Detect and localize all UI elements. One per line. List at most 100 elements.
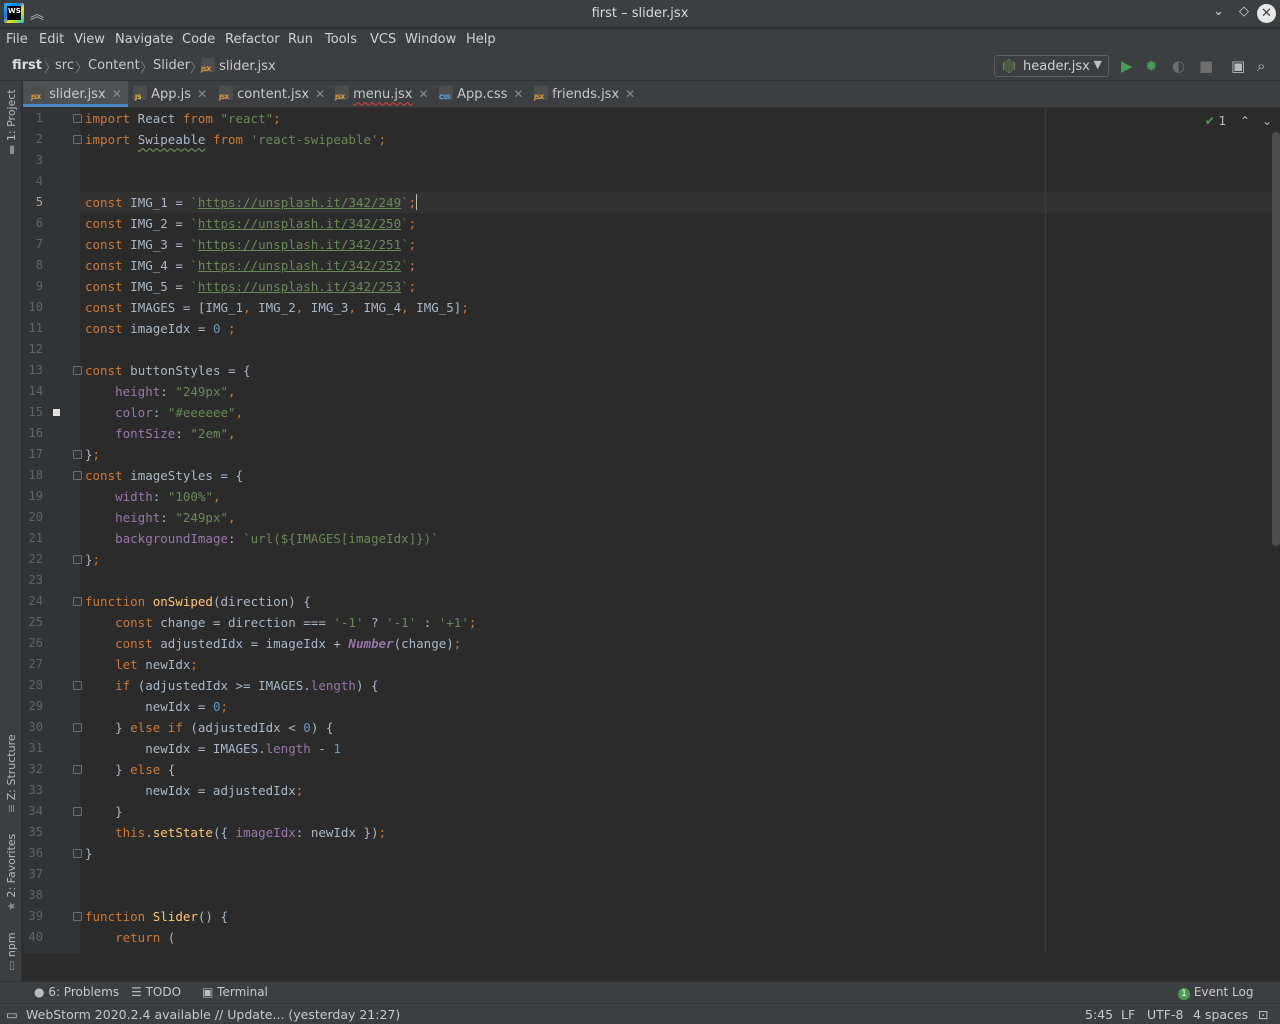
close-tab-icon[interactable]: ✕ (315, 87, 325, 101)
line-number[interactable]: 25 (23, 615, 43, 629)
code-line[interactable]: const IMG_2 = `https://unsplash.it/342/2… (85, 213, 416, 234)
menu-navigate[interactable]: Navigate (115, 32, 173, 47)
line-number[interactable]: 3 (23, 153, 43, 167)
line-number[interactable]: 17 (23, 447, 43, 461)
line-number[interactable]: 24 (23, 594, 43, 608)
fold-marker-icon[interactable] (73, 912, 82, 921)
code-line[interactable]: }; (85, 549, 100, 570)
line-number[interactable]: 39 (23, 909, 43, 923)
menu-file[interactable]: File (6, 32, 28, 47)
fold-marker-icon[interactable] (73, 681, 82, 690)
code-line[interactable]: const IMG_3 = `https://unsplash.it/342/2… (85, 234, 416, 255)
code-line[interactable]: newIdx = IMAGES.length - 1 (85, 738, 341, 759)
line-number[interactable]: 11 (23, 321, 43, 335)
terminal-tool-button[interactable]: ▣ Terminal (202, 985, 268, 999)
color-swatch-icon[interactable] (53, 409, 60, 416)
line-number[interactable]: 34 (23, 804, 43, 818)
event-log-button[interactable]: 1 Event Log (1178, 985, 1253, 1000)
breadcrumb-src[interactable]: src (55, 58, 74, 73)
line-number[interactable]: 13 (23, 363, 43, 377)
code-line[interactable]: import Swipeable from 'react-swipeable'; (85, 129, 386, 150)
run-with-coverage-icon[interactable]: ◐ (1172, 57, 1185, 75)
line-number[interactable]: 7 (23, 237, 43, 251)
line-number[interactable]: 37 (23, 867, 43, 881)
menu-run[interactable]: Run (288, 32, 313, 47)
close-window-button[interactable]: ✕ (1257, 4, 1276, 23)
line-number[interactable]: 20 (23, 510, 43, 524)
code-line[interactable]: newIdx = adjustedIdx; (85, 780, 303, 801)
problems-tool-button[interactable]: ● 6: Problems (34, 985, 119, 999)
menu-edit[interactable]: Edit (39, 32, 64, 47)
breadcrumb-content[interactable]: Content (88, 58, 140, 73)
line-number[interactable]: 22 (23, 552, 43, 566)
code-line[interactable]: } (85, 801, 123, 822)
line-number[interactable]: 18 (23, 468, 43, 482)
code-line[interactable]: newIdx = 0; (85, 696, 228, 717)
code-line[interactable]: import React from "react"; (85, 108, 281, 129)
close-tab-icon[interactable]: ✕ (513, 87, 523, 101)
debug-icon[interactable]: ✹ (1145, 57, 1158, 75)
next-highlight-icon[interactable]: ⌄ (1262, 114, 1272, 128)
favorites-tool-button[interactable]: ★ 2: Favorites (5, 834, 18, 911)
code-line[interactable]: const IMG_1 = `https://unsplash.it/342/2… (85, 192, 418, 213)
line-number[interactable]: 35 (23, 825, 43, 839)
run-icon[interactable]: ▶ (1121, 57, 1133, 75)
structure-tool-button[interactable]: ≡ Z: Structure (5, 734, 18, 813)
code-line[interactable]: this.setState({ imageIdx: newIdx }); (85, 822, 386, 843)
todo-tool-button[interactable]: ☰ TODO (131, 985, 181, 999)
line-number[interactable]: 23 (23, 573, 43, 587)
close-tab-icon[interactable]: ✕ (625, 87, 635, 101)
line-number[interactable]: 2 (23, 132, 43, 146)
menu-vcs[interactable]: VCS (370, 32, 396, 47)
breadcrumb-project[interactable]: first (12, 58, 42, 73)
line-number[interactable]: 26 (23, 636, 43, 650)
line-number[interactable]: 28 (23, 678, 43, 692)
code-line[interactable]: } else if (adjustedIdx < 0) { (85, 717, 333, 738)
fold-marker-icon[interactable] (73, 366, 82, 375)
file-encoding[interactable]: UTF-8 (1147, 1007, 1183, 1022)
fold-marker-icon[interactable] (73, 723, 82, 732)
menu-help[interactable]: Help (466, 32, 496, 47)
fold-marker-icon[interactable] (73, 555, 82, 564)
line-number[interactable]: 32 (23, 762, 43, 776)
fold-marker-icon[interactable] (73, 807, 82, 816)
line-number[interactable]: 30 (23, 720, 43, 734)
editor-gutter[interactable]: 1 2 3 4 5 6 7 8 9 10 11 12 13 14 15 16 17 18 19 20 21 22 23 24 2… (23, 108, 82, 954)
line-number[interactable]: 6 (23, 216, 43, 230)
line-number[interactable]: 29 (23, 699, 43, 713)
code-line[interactable]: height: "249px", (85, 507, 235, 528)
code-line[interactable]: }; (85, 444, 100, 465)
line-number[interactable]: 31 (23, 741, 43, 755)
code-line[interactable]: let newIdx; (85, 654, 198, 675)
code-line[interactable]: return ( (85, 927, 175, 948)
code-line[interactable]: width: "100%", (85, 486, 220, 507)
code-line[interactable]: } else { (85, 759, 175, 780)
line-number[interactable]: 4 (23, 174, 43, 188)
menu-view[interactable]: View (74, 32, 105, 47)
tab-app-css[interactable]: App.css ✕ (431, 81, 529, 107)
run-configuration-select[interactable]: header.jsx ▼ (994, 55, 1109, 77)
indent-setting[interactable]: 4 spaces (1193, 1007, 1248, 1022)
caret-position[interactable]: 5:45 (1085, 1007, 1113, 1022)
tab-friends-jsx[interactable]: friends.jsx ✕ (526, 81, 641, 107)
project-structure-icon[interactable]: ▣ (1231, 57, 1245, 75)
menu-code[interactable]: Code (182, 32, 215, 47)
code-line[interactable]: const imageIdx = 0 ; (85, 318, 236, 339)
fold-marker-icon[interactable] (73, 450, 82, 459)
code-line[interactable]: } (85, 843, 93, 864)
minimize-icon[interactable]: ⌄ (1213, 4, 1224, 19)
code-line[interactable]: function onSwiped(direction) { (85, 591, 311, 612)
line-number[interactable]: 36 (23, 846, 43, 860)
close-tab-icon[interactable]: ✕ (112, 87, 122, 101)
vertical-scrollbar[interactable] (1272, 132, 1280, 546)
line-number[interactable]: 9 (23, 279, 43, 293)
code-line[interactable]: if (adjustedIdx >= IMAGES.length) { (85, 675, 378, 696)
stop-icon[interactable]: ■ (1199, 57, 1213, 75)
search-everywhere-icon[interactable]: ⌕ (1257, 57, 1265, 75)
line-number[interactable]: 14 (23, 384, 43, 398)
fold-marker-icon[interactable] (73, 114, 82, 123)
line-number[interactable]: 27 (23, 657, 43, 671)
code-line[interactable]: height: "249px", (85, 381, 235, 402)
line-number[interactable]: 40 (23, 930, 43, 944)
line-number[interactable]: 15 (23, 405, 43, 419)
